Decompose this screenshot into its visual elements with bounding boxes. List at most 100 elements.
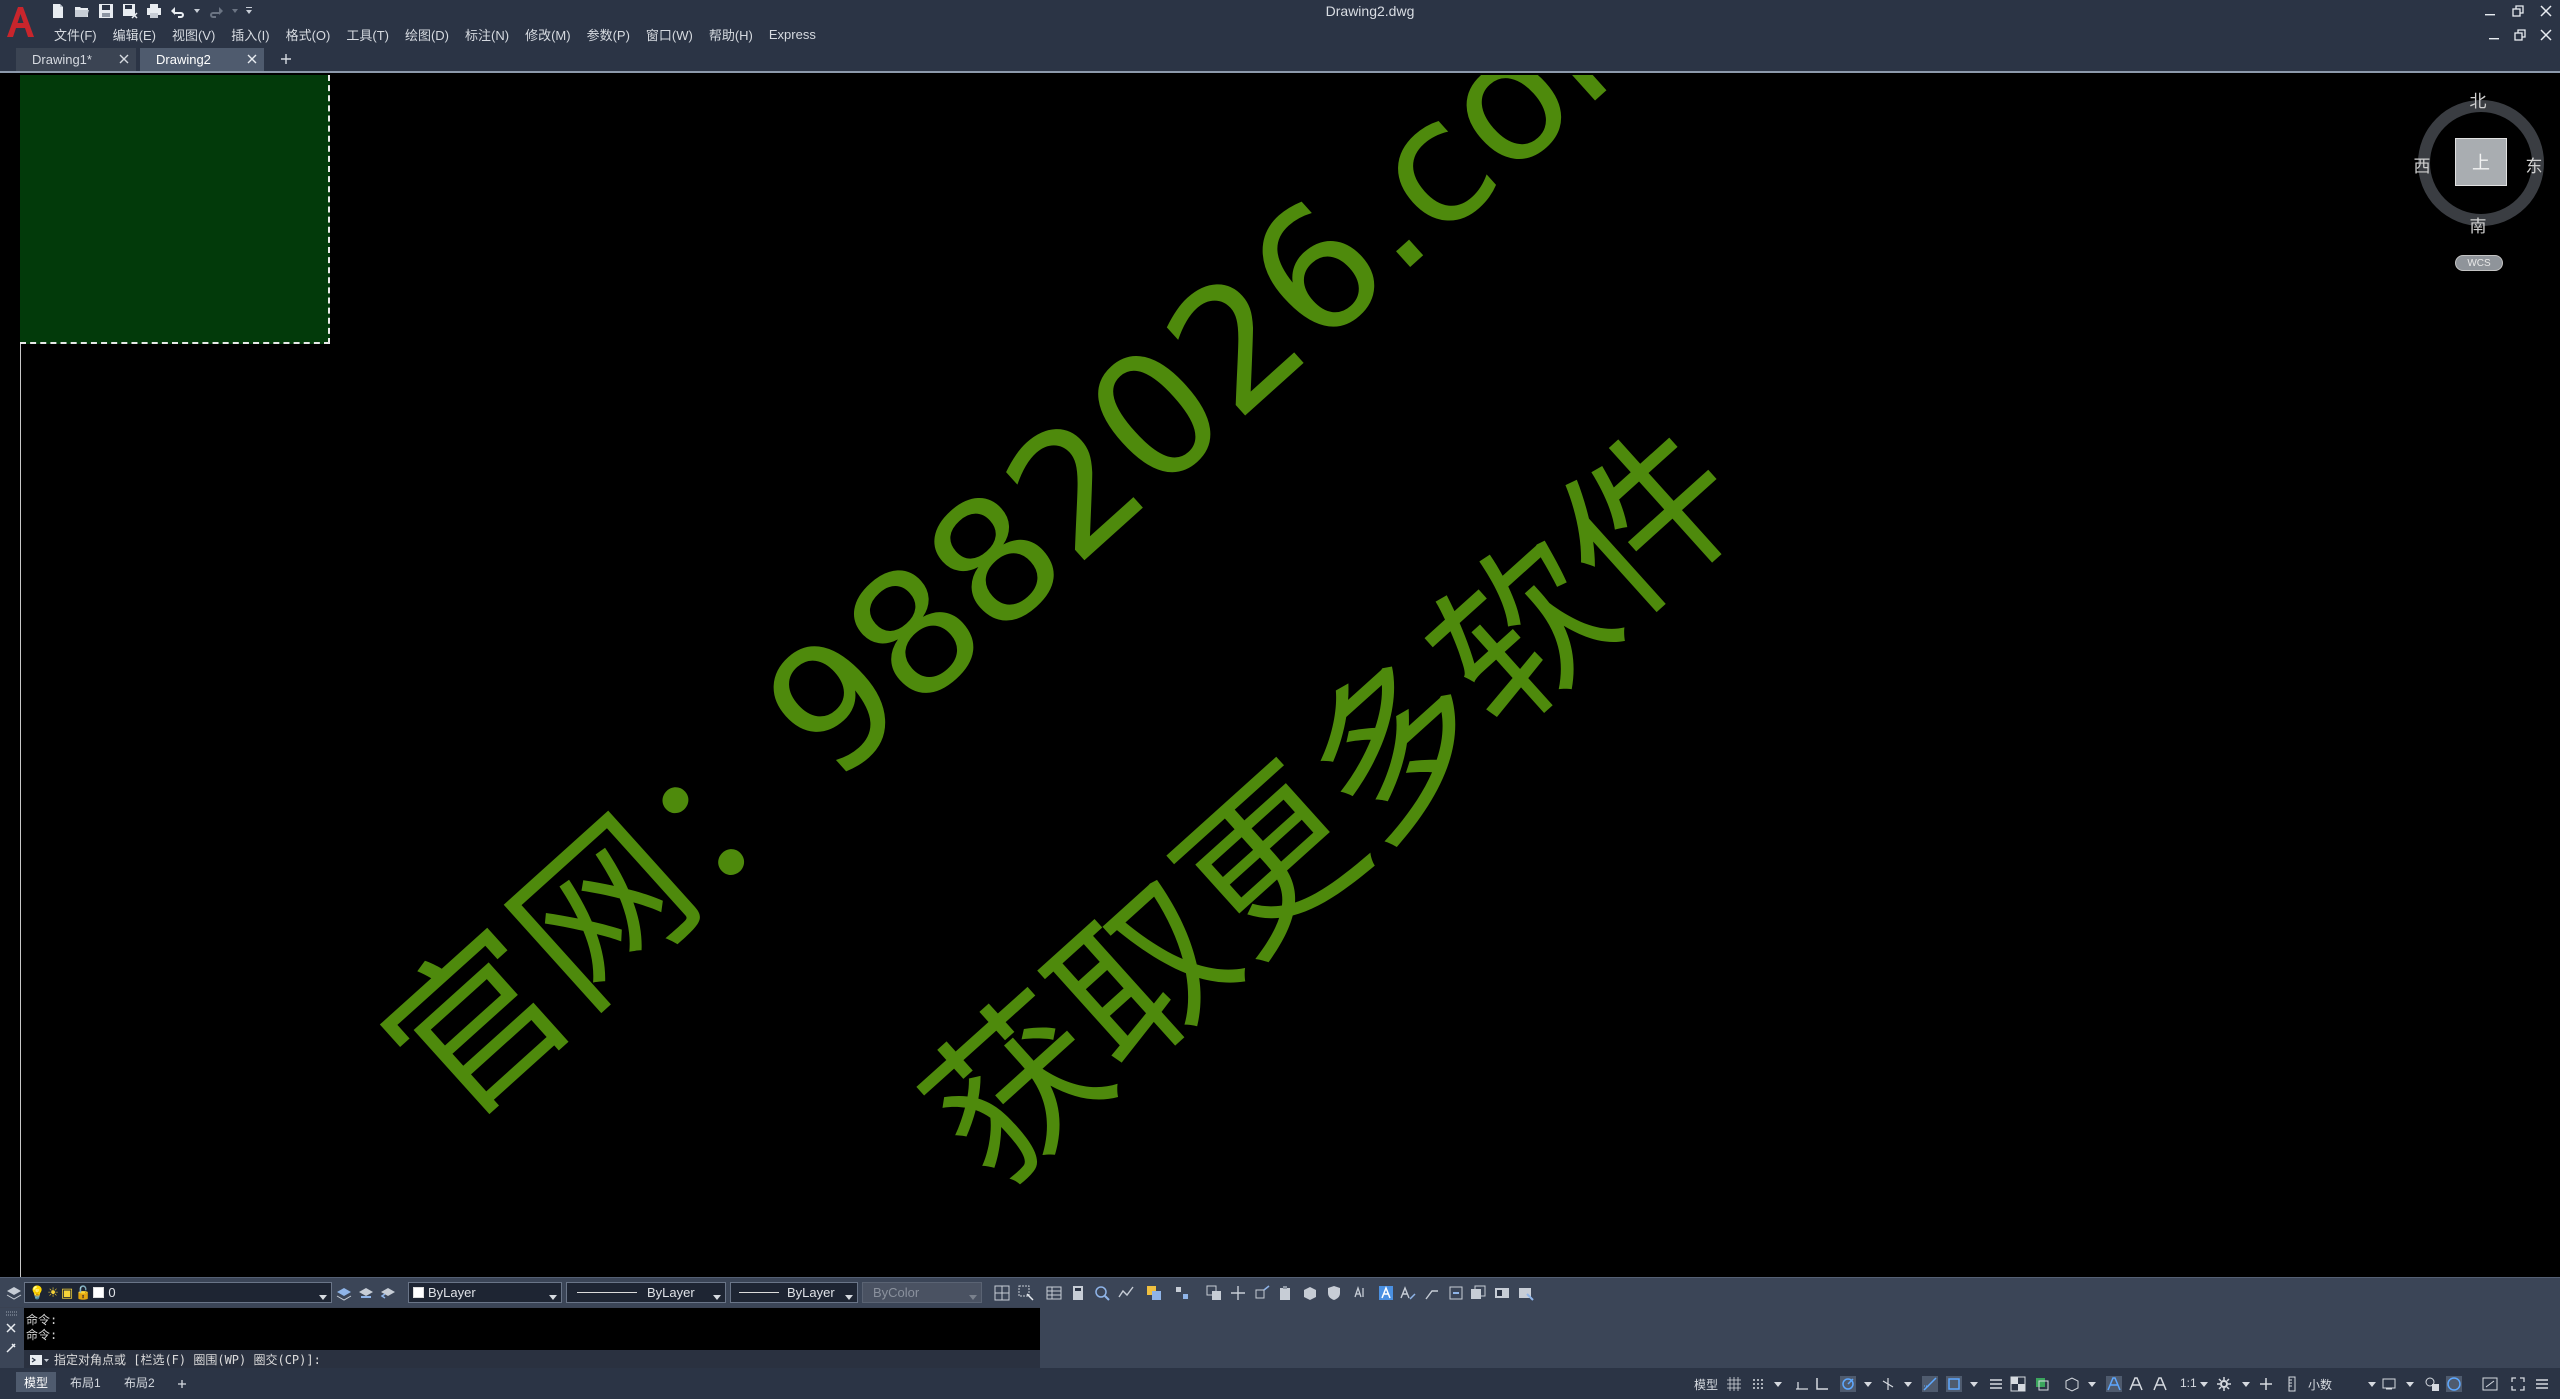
menu-help[interactable]: 帮助(H) xyxy=(705,25,765,44)
minimize-icon[interactable] xyxy=(2480,1,2500,21)
chevron-down-icon[interactable] xyxy=(2402,1376,2418,1392)
3d-object-snap-icon[interactable] xyxy=(2064,1376,2080,1392)
fullscreen-icon[interactable] xyxy=(2510,1376,2526,1392)
ortho-mode-icon[interactable] xyxy=(1814,1376,1830,1392)
model-space-label[interactable]: 模型 xyxy=(1694,1376,1718,1393)
document-restore-icon[interactable] xyxy=(2510,25,2530,45)
lineweight-dropdown[interactable]: ByLayer xyxy=(730,1282,858,1303)
chevron-down-icon[interactable] xyxy=(1770,1376,1786,1392)
chevron-down-icon[interactable] xyxy=(1966,1376,1982,1392)
tab-layout1[interactable]: 布局1 xyxy=(62,1372,109,1392)
layer-states-icon[interactable] xyxy=(1146,1285,1162,1301)
transparency-icon[interactable] xyxy=(2010,1376,2026,1392)
copy-icon[interactable] xyxy=(1206,1285,1222,1301)
chevron-down-icon[interactable] xyxy=(1860,1376,1876,1392)
open-folder-icon[interactable] xyxy=(72,2,92,20)
customize-toolbar-icon[interactable] xyxy=(244,2,254,20)
application-menu-button[interactable] xyxy=(3,3,37,41)
clean-screen-icon[interactable] xyxy=(2482,1376,2498,1392)
table-icon[interactable] xyxy=(1046,1285,1062,1301)
match-layer-icon[interactable] xyxy=(358,1285,374,1301)
plus-icon[interactable] xyxy=(2258,1376,2274,1392)
linetype-dropdown[interactable]: ByLayer xyxy=(566,1282,726,1303)
close-tab-icon[interactable] xyxy=(246,53,258,65)
object-snap-tracking-icon[interactable] xyxy=(1922,1376,1938,1392)
publish-icon[interactable] xyxy=(1518,1285,1534,1301)
units-icon[interactable] xyxy=(2284,1376,2300,1392)
spelling-icon[interactable] xyxy=(1354,1285,1370,1301)
annotation-visibility-icon[interactable] xyxy=(2106,1376,2122,1392)
document-close-icon[interactable] xyxy=(2536,25,2556,45)
text-style-icon[interactable] xyxy=(1378,1285,1394,1301)
align-icon[interactable] xyxy=(1448,1285,1464,1301)
compass-north[interactable]: 北 xyxy=(2466,87,2490,112)
move-icon[interactable] xyxy=(1230,1285,1246,1301)
compass-south[interactable]: 南 xyxy=(2466,212,2490,237)
wcs-menu-button[interactable]: WCS xyxy=(2455,255,2503,271)
menu-dimension[interactable]: 标注(N) xyxy=(461,25,521,44)
close-tab-icon[interactable] xyxy=(118,53,130,65)
command-input[interactable]: 指定对角点或 [栏选(F) 圈围(WP) 圈交(CP)]: xyxy=(24,1350,1040,1369)
menu-file[interactable]: 文件(F) xyxy=(50,25,109,44)
undo-dropdown-icon[interactable] xyxy=(192,2,202,20)
redo-icon[interactable] xyxy=(206,2,226,20)
measure-icon[interactable] xyxy=(1118,1285,1134,1301)
infer-constraints-icon[interactable] xyxy=(1794,1376,1810,1392)
hamburger-menu-icon[interactable] xyxy=(2534,1376,2550,1392)
layout-icon[interactable] xyxy=(1494,1285,1510,1301)
undo-icon[interactable] xyxy=(168,2,188,20)
group-icon[interactable] xyxy=(1174,1285,1190,1301)
stretch-icon[interactable] xyxy=(1254,1285,1270,1301)
auto-scale-icon[interactable] xyxy=(2128,1376,2144,1392)
menu-format[interactable]: 格式(O) xyxy=(282,25,343,44)
menu-view[interactable]: 视图(V) xyxy=(168,25,227,44)
viewcube-top-face[interactable]: 上 xyxy=(2455,138,2507,186)
gear-icon[interactable] xyxy=(2216,1376,2232,1392)
select-window-icon[interactable] xyxy=(1018,1285,1034,1301)
annotation-scale-icon[interactable] xyxy=(2152,1376,2168,1392)
menu-tools[interactable]: 工具(T) xyxy=(342,25,401,44)
text-edit-icon[interactable] xyxy=(1400,1285,1416,1301)
add-layout-plus-icon[interactable] xyxy=(174,1376,190,1392)
hardware-acceleration-icon[interactable] xyxy=(2446,1376,2462,1392)
snap-mode-icon[interactable] xyxy=(1750,1376,1766,1392)
menu-edit[interactable]: 编辑(E) xyxy=(109,25,168,44)
shield-icon[interactable] xyxy=(1326,1285,1342,1301)
layer-dropdown[interactable]: 💡 ☀ ▣ 🔓 0 xyxy=(24,1282,332,1303)
save-as-icon[interactable] xyxy=(120,2,140,20)
new-file-icon[interactable] xyxy=(48,2,68,20)
object-snap-icon[interactable] xyxy=(1946,1376,1962,1392)
multileader-icon[interactable] xyxy=(1424,1285,1440,1301)
units-value[interactable]: 小数 xyxy=(2308,1376,2332,1393)
command-line-grip[interactable] xyxy=(0,1308,24,1369)
menu-express[interactable]: Express xyxy=(765,27,828,42)
menu-modify[interactable]: 修改(M) xyxy=(521,25,583,44)
tab-layout2[interactable]: 布局2 xyxy=(116,1372,163,1392)
layer-properties-icon[interactable] xyxy=(6,1285,22,1301)
make-current-layer-icon[interactable] xyxy=(336,1285,352,1301)
grid-toolbar-icon[interactable] xyxy=(994,1285,1010,1301)
lineweight-display-icon[interactable] xyxy=(1988,1376,2004,1392)
restore-icon[interactable] xyxy=(2508,1,2528,21)
save-icon[interactable] xyxy=(96,2,116,20)
annotation-scale-value[interactable]: 1:1 xyxy=(2180,1376,2197,1390)
chevron-down-icon[interactable] xyxy=(2364,1376,2380,1392)
chevron-down-icon[interactable] xyxy=(1900,1376,1916,1392)
isolate-objects-icon[interactable] xyxy=(2424,1376,2440,1392)
menu-window[interactable]: 窗口(W) xyxy=(642,25,705,44)
menu-draw[interactable]: 绘图(D) xyxy=(401,25,461,44)
new-tab-plus-icon[interactable] xyxy=(278,51,294,67)
color-dropdown[interactable]: ByLayer xyxy=(408,1282,562,1303)
tab-drawing1[interactable]: Drawing1* xyxy=(16,48,136,71)
paste-icon[interactable] xyxy=(1278,1285,1294,1301)
redo-dropdown-icon[interactable] xyxy=(230,2,240,20)
print-icon[interactable] xyxy=(144,2,164,20)
chevron-down-icon[interactable] xyxy=(2084,1376,2100,1392)
layer-previous-icon[interactable] xyxy=(380,1285,396,1301)
tab-drawing2[interactable]: Drawing2 xyxy=(140,48,264,71)
tab-model[interactable]: 模型 xyxy=(16,1372,57,1392)
menu-parametric[interactable]: 参数(P) xyxy=(583,25,642,44)
zoom-icon[interactable] xyxy=(1094,1285,1110,1301)
chevron-down-icon[interactable] xyxy=(2238,1376,2254,1392)
drawing-canvas[interactable]: 官网：9882026.com 获取更多软件 北 南 西 东 上 WCS xyxy=(0,75,2560,1277)
